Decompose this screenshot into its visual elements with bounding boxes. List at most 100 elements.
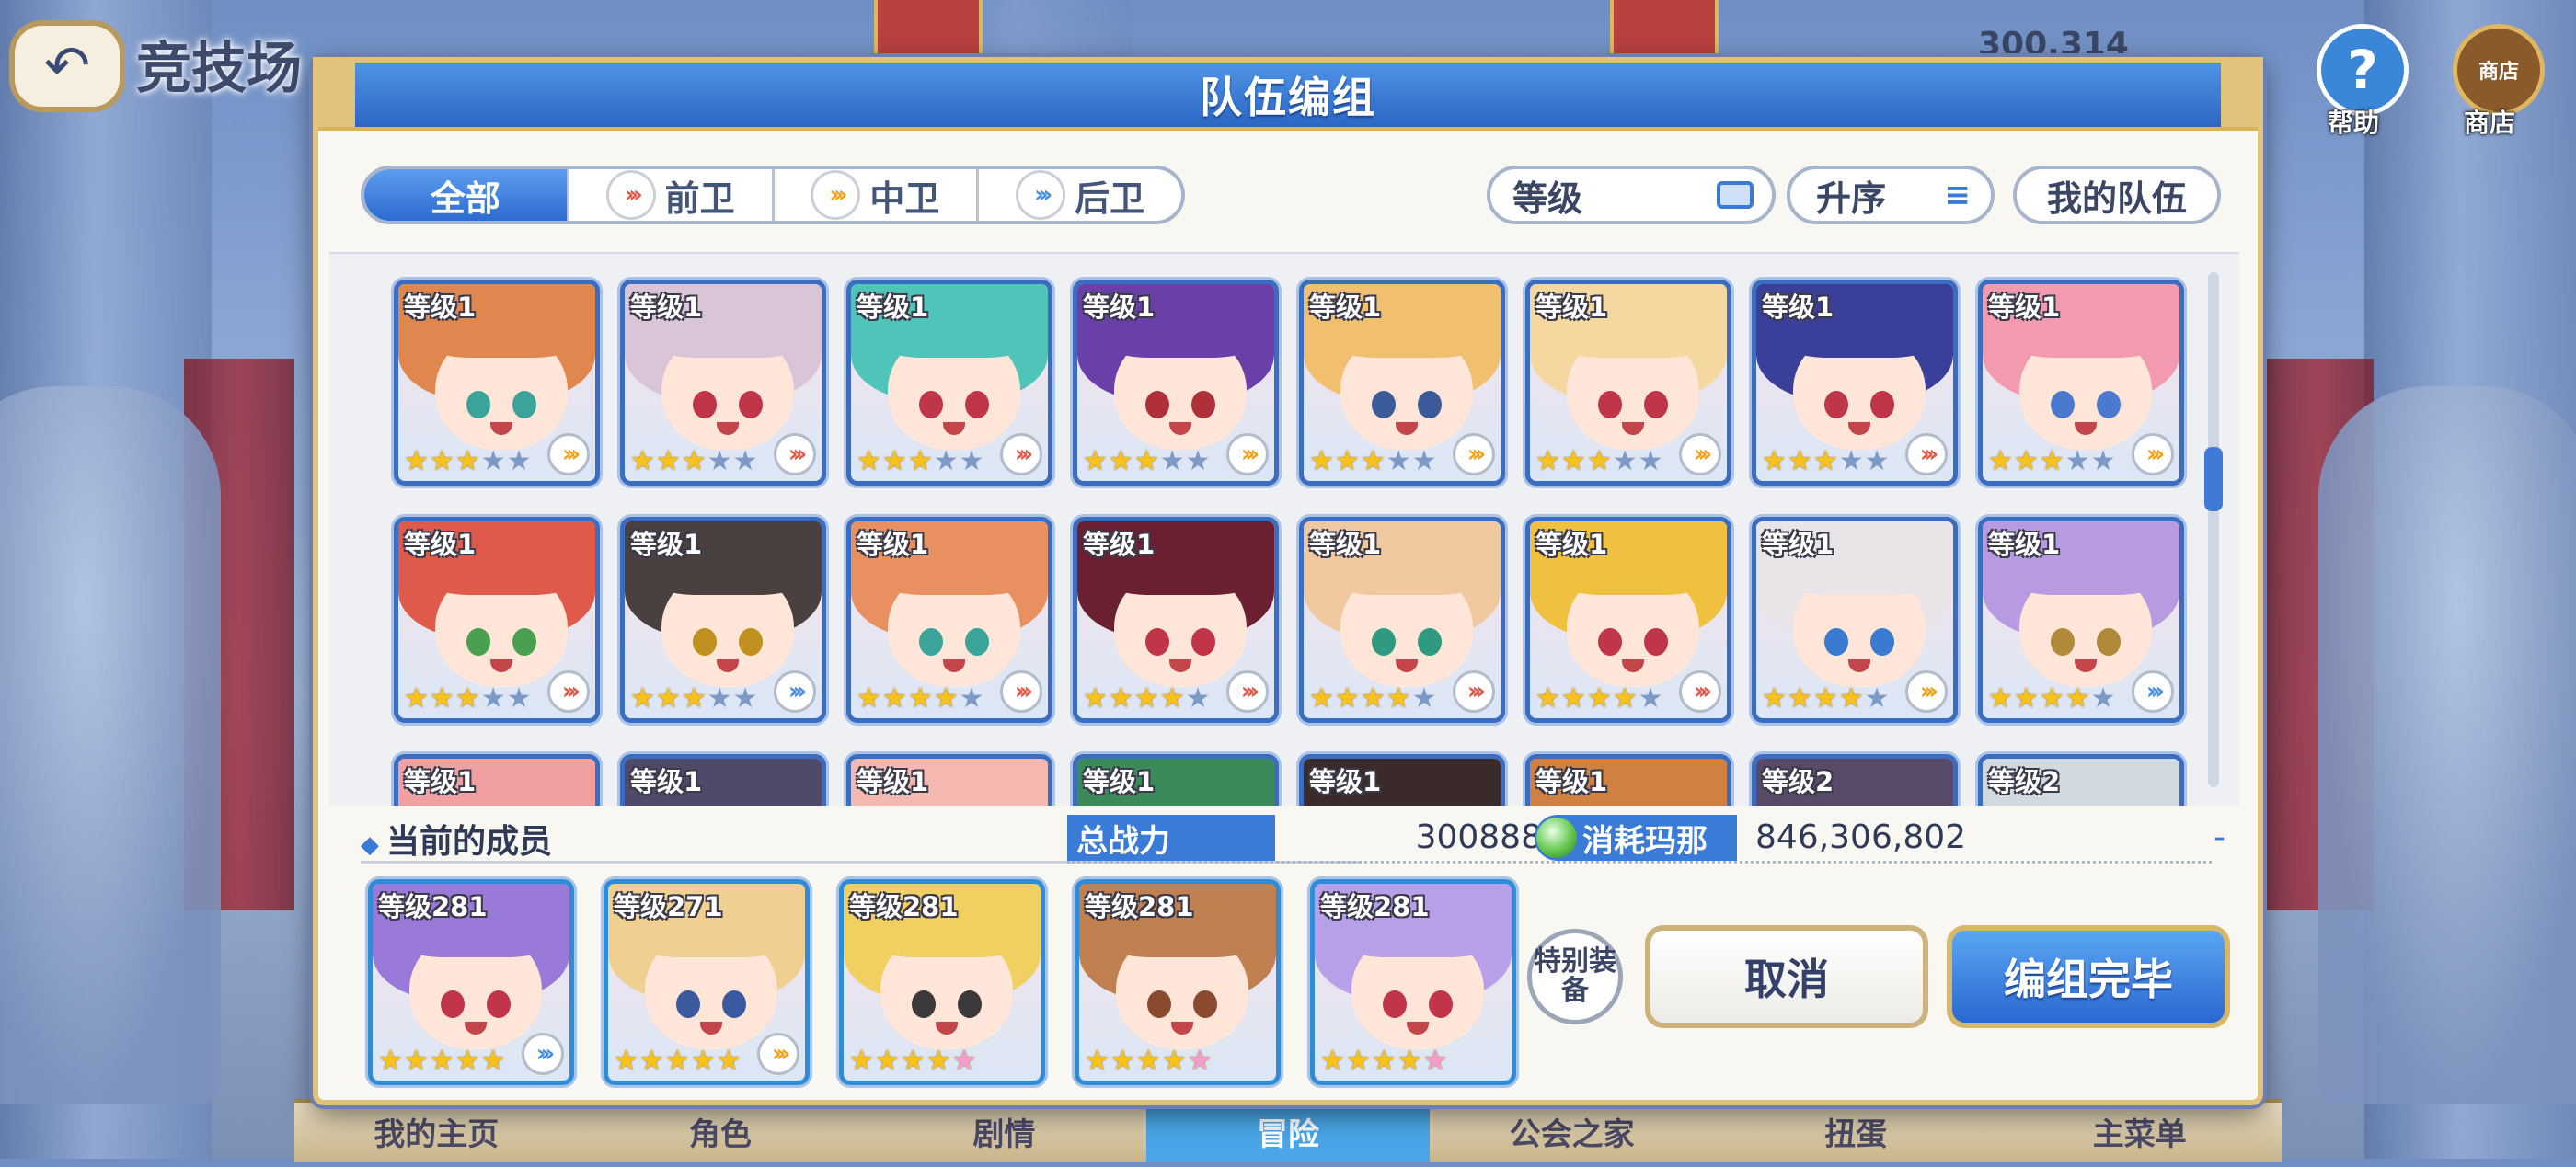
nav-adventure[interactable]: 冒险 <box>1145 1103 1431 1162</box>
nav-main-menu[interactable]: 主菜单 <box>1997 1103 2282 1162</box>
tab-label: 全部 <box>430 177 500 219</box>
bottom-nav: 我的主页 角色 剧情 冒险 公会之家 扭蛋 主菜单 <box>294 1099 2282 1162</box>
star-icon: ★ <box>403 1045 429 1077</box>
star-icon: ★ <box>900 1045 926 1077</box>
character-eye <box>1372 391 1396 418</box>
character-eye <box>1418 391 1442 418</box>
star-rating: ★ ★ ★ ★ ★ <box>404 685 532 713</box>
character-mouth <box>943 659 965 672</box>
nav-home[interactable]: 我的主页 <box>294 1103 579 1162</box>
star-icon: ★ <box>614 1045 638 1077</box>
star-icon: ★ <box>1159 682 1185 715</box>
sort-by-level-button[interactable]: 等级 <box>1487 166 1776 224</box>
character-card[interactable]: 等级1★★★★★››› <box>394 754 600 806</box>
character-card[interactable]: 等级1★★★★★››› <box>1752 280 1958 486</box>
star-icon: ★ <box>1108 445 1133 477</box>
roster-scrollbar[interactable] <box>2204 272 2223 787</box>
level-label: 等级1 <box>857 529 929 560</box>
character-card[interactable]: 等级1★★★★★››› <box>620 517 826 723</box>
help-button[interactable]: ? <box>2317 24 2409 116</box>
character-eye <box>1145 391 1169 418</box>
level-label: 等级1 <box>1535 292 1608 323</box>
star-icon: ★ <box>2013 682 2039 715</box>
character-card[interactable]: 等级1★★★★★››› <box>1525 754 1731 806</box>
total-power-label: 总战力 <box>1067 815 1275 861</box>
star-rating: ★ ★ ★ ★ ★ <box>857 685 984 713</box>
back-button[interactable]: ↶ <box>9 20 125 112</box>
character-mouth <box>717 659 739 672</box>
sort-order-button[interactable]: 升序 ≡ <box>1787 166 1995 224</box>
character-card[interactable]: 等级1★★★★★››› <box>620 754 826 806</box>
special-equipment-button[interactable]: 特别装备 <box>1527 929 1623 1024</box>
character-card[interactable]: 等级1★★★★★››› <box>1525 517 1731 723</box>
character-mouth <box>1848 659 1870 672</box>
character-card[interactable]: 等级1★★★★★››› <box>1299 754 1505 806</box>
character-eye <box>739 391 763 418</box>
character-card[interactable]: 等级1★★★★★››› <box>1525 280 1731 486</box>
nav-characters[interactable]: 角色 <box>579 1103 863 1162</box>
team-member-card[interactable]: 等级281 ★ ★ ★ ★ ★ <box>1075 879 1281 1085</box>
mana-dash: - <box>2214 818 2225 856</box>
character-eye <box>1383 990 1407 1018</box>
character-card[interactable]: 等级1★★★★★››› <box>1299 517 1505 723</box>
tab-front[interactable]: ››› 前卫 <box>569 169 775 221</box>
my-team-label: 我的队伍 <box>2046 177 2187 219</box>
roster-scroll-area[interactable]: 等级1 ★ ★ ★ ★ ★ ››› 等级1 ★ ★ ★ ★ ★ ››› 等级1 ★ ★ ★ ★ ★ ››› 等级1 ★ ★ ★ ★… <box>329 252 2239 806</box>
character-card[interactable]: 等级1★★★★★››› <box>394 280 600 486</box>
star-icon: ★ <box>2090 682 2116 715</box>
character-card[interactable]: 等级1★★★★★››› <box>620 280 826 486</box>
star-icon: ★ <box>480 1045 506 1077</box>
character-card[interactable]: 等级2★★★★★››› <box>1752 754 1958 806</box>
character-card[interactable]: 等级1★★★★★››› <box>1073 517 1279 723</box>
tab-back[interactable]: ››› 后卫 <box>979 169 1181 221</box>
level-label: 等级1 <box>1309 292 1382 323</box>
character-card[interactable]: 等级1★★★★★››› <box>394 517 600 723</box>
star-icon: ★ <box>1309 682 1334 715</box>
back-role-icon: ››› <box>774 670 816 713</box>
shop-button[interactable]: 商店 <box>2453 24 2545 116</box>
team-member-card[interactable]: 等级281 ★ ★ ★ ★ ★ ››› <box>368 879 574 1085</box>
star-icon: ★ <box>857 445 881 477</box>
character-card[interactable]: 等级1★★★★★››› <box>1978 517 2184 723</box>
star-icon: ★ <box>1612 445 1638 477</box>
character-eye <box>919 391 943 418</box>
star-icon: ★ <box>664 1045 690 1077</box>
character-card[interactable]: 等级1★★★★★››› <box>1073 754 1279 806</box>
tab-all[interactable]: 全部 <box>364 169 569 221</box>
formation-complete-button[interactable]: 编组完毕 <box>1947 925 2230 1028</box>
star-icon: ★ <box>732 445 758 477</box>
tab-middle[interactable]: ››› 中卫 <box>775 169 980 221</box>
character-eye <box>1824 391 1848 418</box>
character-mouth <box>717 422 739 435</box>
star-icon: ★ <box>933 445 959 477</box>
character-eye <box>1870 628 1894 656</box>
my-team-button[interactable]: 我的队伍 <box>2013 166 2221 224</box>
character-card[interactable]: 等级1★★★★★››› <box>846 280 1052 486</box>
character-card[interactable]: 等级1★★★★★››› <box>846 517 1052 723</box>
nav-gacha[interactable]: 扭蛋 <box>1714 1103 1998 1162</box>
team-member-card[interactable]: 等级281 ★ ★ ★ ★ ★ <box>1310 879 1516 1085</box>
character-mouth <box>1396 422 1418 435</box>
mana-gem-icon <box>1536 818 1577 858</box>
team-member-card[interactable]: 等级271 ★ ★ ★ ★ ★ ››› <box>604 879 810 1085</box>
character-card[interactable]: 等级1★★★★★››› <box>1299 280 1505 486</box>
character-card[interactable]: 等级1★★★★★››› <box>1978 280 2184 486</box>
scroll-thumb[interactable] <box>2204 447 2223 511</box>
star-icon: ★ <box>638 1045 664 1077</box>
team-member-card[interactable]: 等级281 ★ ★ ★ ★ ★ <box>839 879 1045 1085</box>
character-card[interactable]: 等级2★★★★★››› <box>1978 754 2184 806</box>
star-icon: ★ <box>1838 682 1864 715</box>
nav-story[interactable]: 剧情 <box>862 1103 1146 1162</box>
middle-role-icon: ››› <box>1453 433 1495 475</box>
character-card[interactable]: 等级1★★★★★››› <box>1752 517 1958 723</box>
character-card[interactable]: 等级1★★★★★››› <box>846 754 1052 806</box>
star-icon: ★ <box>1108 682 1133 715</box>
character-card[interactable]: 等级1★★★★★››› <box>1073 280 1279 486</box>
nav-guild-house[interactable]: 公会之家 <box>1430 1103 1714 1162</box>
star-icon: ★ <box>1133 445 1159 477</box>
star-icon: ★ <box>655 682 681 715</box>
character-eye <box>693 628 717 656</box>
star-icon: ★ <box>1762 445 1787 477</box>
cancel-button[interactable]: 取消 <box>1645 925 1928 1028</box>
level-label: 等级1 <box>1762 529 1834 560</box>
